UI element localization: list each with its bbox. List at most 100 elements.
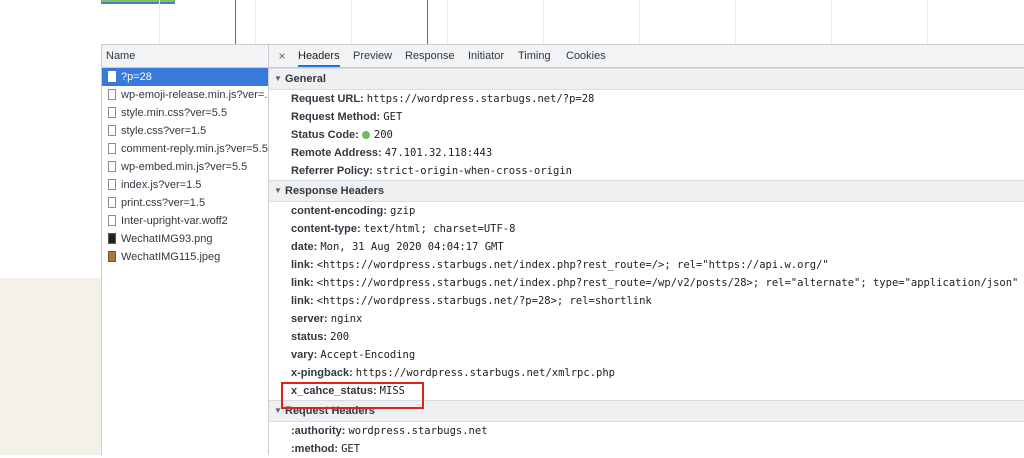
timeline-gridline (447, 0, 448, 44)
triangle-down-icon: ▼ (274, 74, 282, 83)
request-name: wp-emoji-release.min.js?ver=... (121, 89, 268, 101)
timeline-request-bar-highlight (101, 0, 175, 2)
file-icon (108, 179, 116, 190)
response-headers-section-title: Response Headers (285, 185, 385, 197)
header-value: <https://wordpress.starbugs.net/index.ph… (316, 259, 829, 271)
header-value: 200 (330, 331, 350, 343)
header-value: wordpress.starbugs.net (348, 425, 488, 437)
header-value: text/html; charset=UTF-8 (363, 223, 516, 235)
tab-headers[interactable]: Headers (298, 45, 340, 67)
timeline-gridline (831, 0, 832, 44)
page-content-strip (0, 0, 101, 455)
request-list-panel: Name ?p=28 wp-emoji-release.min.js?ver=..… (101, 45, 269, 455)
header-value: <https://wordpress.starbugs.net/?p=28>; … (316, 295, 652, 307)
request-name: print.css?ver=1.5 (121, 197, 206, 209)
tab-preview[interactable]: Preview (353, 45, 392, 67)
header-row: content-type: text/html; charset=UTF-8 (269, 220, 1024, 238)
response-headers-section-header[interactable]: ▼ Response Headers (269, 180, 1024, 202)
request-row[interactable]: WechatIMG93.png (102, 230, 268, 248)
file-icon (108, 143, 116, 154)
header-key: x-pingback: (291, 367, 353, 379)
header-row: x-pingback: https://wordpress.starbugs.n… (269, 364, 1024, 382)
header-key: Request URL: (291, 93, 364, 105)
details-tab-bar: × Headers Preview Response Initiator Timing C… (269, 45, 1024, 68)
header-row: date: Mon, 31 Aug 2020 04:04:17 GMT (269, 238, 1024, 256)
header-key: Referrer Policy: (291, 165, 373, 177)
header-value: <https://wordpress.starbugs.net/index.ph… (316, 277, 1019, 289)
header-value: gzip (390, 205, 416, 217)
request-row[interactable]: comment-reply.min.js?ver=5.5 (102, 140, 268, 158)
network-overview-timeline[interactable] (101, 0, 1024, 45)
request-name: index.js?ver=1.5 (121, 179, 202, 191)
load-event-marker (427, 0, 428, 44)
header-row: Request URL: https://wordpress.starbugs.… (269, 90, 1024, 108)
request-row[interactable]: style.css?ver=1.5 (102, 122, 268, 140)
header-row: link: <https://wordpress.starbugs.net/?p… (269, 292, 1024, 310)
request-row[interactable]: Inter-upright-var.woff2 (102, 212, 268, 230)
request-name: style.min.css?ver=5.5 (121, 107, 228, 119)
header-key: server: (291, 313, 328, 325)
general-section-title: General (285, 73, 326, 85)
file-icon (108, 197, 116, 208)
header-key: link: (291, 295, 314, 307)
header-row: vary: Accept-Encoding (269, 346, 1024, 364)
header-value: GET (341, 443, 361, 455)
general-section-header[interactable]: ▼ General (269, 68, 1024, 90)
tab-response[interactable]: Response (405, 45, 455, 67)
request-row[interactable]: print.css?ver=1.5 (102, 194, 268, 212)
request-row[interactable]: wp-embed.min.js?ver=5.5 (102, 158, 268, 176)
header-row: :authority: wordpress.starbugs.net (269, 422, 1024, 440)
file-icon (108, 71, 116, 82)
request-row[interactable]: style.min.css?ver=5.5 (102, 104, 268, 122)
request-list: ?p=28 wp-emoji-release.min.js?ver=... styl… (102, 68, 268, 266)
header-value: GET (383, 111, 403, 123)
header-row: Remote Address: 47.101.32.118:443 (269, 144, 1024, 162)
header-value: Accept-Encoding (320, 349, 416, 361)
header-key: :authority: (291, 425, 346, 437)
close-icon[interactable]: × (276, 49, 288, 63)
timeline-gridline (543, 0, 544, 44)
header-value: 47.101.32.118:443 (384, 147, 493, 159)
header-row: server: nginx (269, 310, 1024, 328)
header-row: :method: GET (269, 440, 1024, 458)
timeline-gridline (639, 0, 640, 44)
header-row: status: 200 (269, 328, 1024, 346)
request-headers-section: :authority: wordpress.starbugs.net:metho… (269, 422, 1024, 458)
request-name: ?p=28 (121, 71, 152, 83)
header-key: date: (291, 241, 318, 253)
page-background-block (0, 278, 101, 455)
header-key: Request Method: (291, 111, 381, 123)
status-ok-icon (361, 131, 370, 139)
file-icon (108, 107, 116, 118)
file-icon (108, 161, 116, 172)
triangle-down-icon: ▼ (274, 186, 282, 195)
header-row: link: <https://wordpress.starbugs.net/in… (269, 256, 1024, 274)
tab-cookies[interactable]: Cookies (566, 45, 606, 67)
request-row[interactable]: WechatIMG115.jpeg (102, 248, 268, 266)
request-row[interactable]: wp-emoji-release.min.js?ver=... (102, 86, 268, 104)
request-row[interactable]: index.js?ver=1.5 (102, 176, 268, 194)
image-file-icon (108, 233, 116, 244)
header-row: link: <https://wordpress.starbugs.net/in… (269, 274, 1024, 292)
header-value: strict-origin-when-cross-origin (376, 165, 572, 177)
tab-timing[interactable]: Timing (518, 45, 551, 67)
header-key: link: (291, 277, 314, 289)
header-value: Mon, 31 Aug 2020 04:04:17 GMT (320, 241, 504, 253)
timeline-gridline (255, 0, 256, 44)
name-column-header[interactable]: Name (102, 45, 268, 68)
tab-initiator[interactable]: Initiator (468, 45, 504, 67)
request-name: WechatIMG93.png (121, 233, 213, 245)
header-row: content-encoding: gzip (269, 202, 1024, 220)
response-headers-section: content-encoding: gzip content-type: text… (269, 202, 1024, 400)
header-row: Request Method: GET (269, 108, 1024, 126)
header-key: content-type: (291, 223, 361, 235)
timeline-gridline (927, 0, 928, 44)
request-name: style.css?ver=1.5 (121, 125, 207, 137)
request-name: comment-reply.min.js?ver=5.5 (121, 143, 268, 155)
header-value: https://wordpress.starbugs.net/xmlrpc.ph… (355, 367, 615, 379)
header-row: Referrer Policy: strict-origin-when-cros… (269, 162, 1024, 180)
header-value: https://wordpress.starbugs.net/?p=28 (366, 93, 595, 105)
header-key: vary: (291, 349, 318, 361)
request-row[interactable]: ?p=28 (102, 68, 268, 86)
image-file-icon (108, 251, 116, 262)
